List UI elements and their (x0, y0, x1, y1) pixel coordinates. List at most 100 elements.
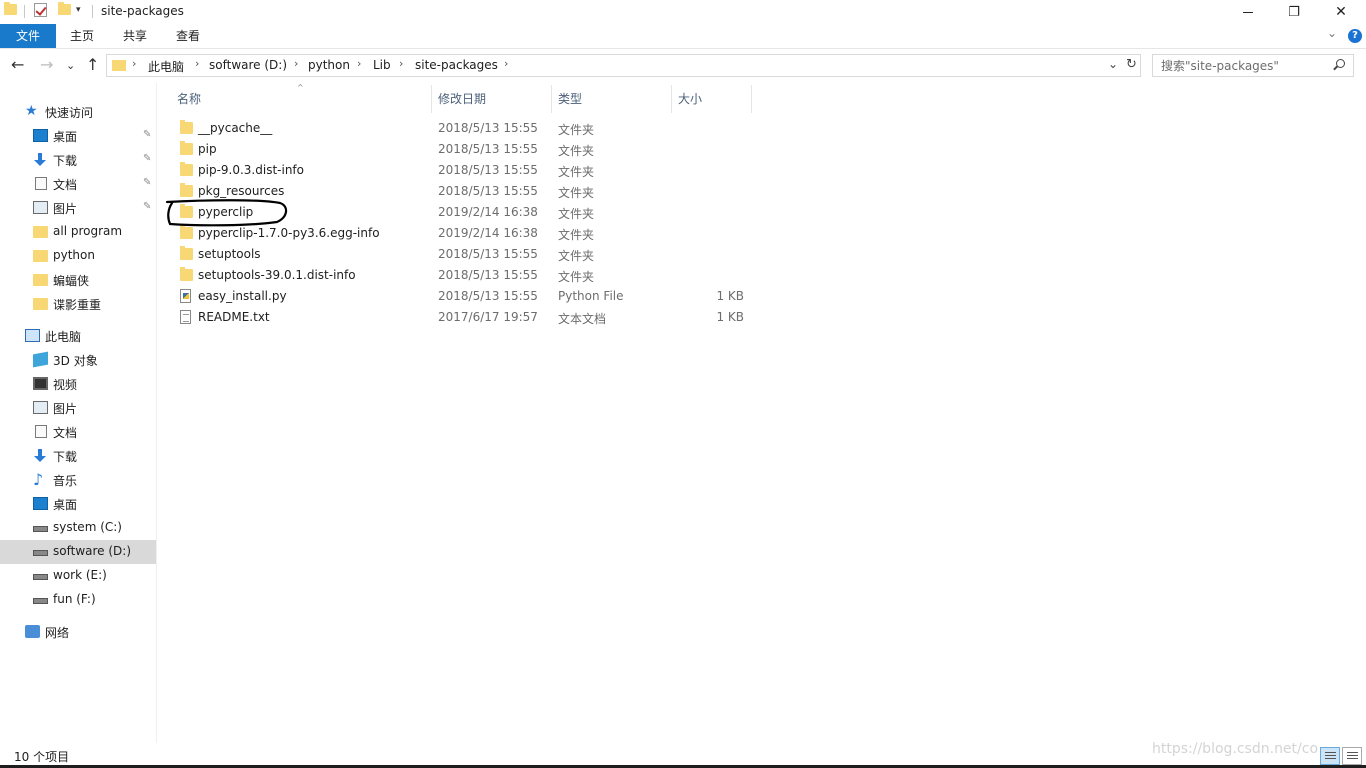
properties-icon[interactable] (34, 3, 47, 17)
large-icons-view-button[interactable] (1342, 747, 1362, 765)
file-row-pycache[interactable]: __pycache__ 2018/5/13 15:55 文件夹 (172, 118, 752, 139)
close-button[interactable]: ✕ (1318, 0, 1364, 24)
sidebar-item-all-program[interactable]: all program (0, 220, 156, 244)
file-date: 2019/2/14 16:38 (438, 205, 538, 219)
divider[interactable] (551, 85, 552, 113)
file-name: easy_install.py (198, 289, 287, 303)
sidebar-item-desktop[interactable]: 桌面 ✎ (0, 124, 156, 148)
pin-icon[interactable]: ✎ (143, 201, 151, 212)
desktop-icon (33, 497, 48, 510)
sidebar-item-downloads[interactable]: 下载 ✎ (0, 148, 156, 172)
desktop-icon (33, 129, 48, 142)
breadcrumb-this-pc[interactable]: 此电脑 (148, 58, 184, 75)
column-header-size[interactable]: 大小 (678, 90, 702, 107)
sidebar-item-pictures[interactable]: 图片 ✎ (0, 196, 156, 220)
chevron-right-icon[interactable]: › (132, 57, 136, 70)
sidebar-item-downloads-pc[interactable]: 下载 (0, 444, 156, 468)
sidebar-item-label: work (E:) (53, 568, 107, 582)
sidebar-item-label: 视频 (53, 378, 78, 392)
sidebar-item-label: 文档 (53, 426, 78, 440)
file-row-setuptools[interactable]: setuptools 2018/5/13 15:55 文件夹 (172, 244, 752, 265)
folder-icon[interactable] (4, 2, 17, 15)
search-icon[interactable] (1336, 59, 1345, 68)
file-date: 2018/5/13 15:55 (438, 163, 538, 177)
sidebar-item-desktop-pc[interactable]: 桌面 (0, 492, 156, 516)
breadcrumb-software-d[interactable]: software (D:) (209, 58, 287, 72)
file-row-readme[interactable]: README.txt 2017/6/17 19:57 文本文档 1 KB (172, 307, 752, 328)
divider[interactable] (751, 85, 752, 113)
up-arrow-icon[interactable]: ↑ (86, 57, 99, 73)
sidebar-item-quick-access[interactable]: ★ 快速访问 (0, 100, 156, 124)
restore-button[interactable]: ❐ (1271, 0, 1317, 24)
file-date: 2018/5/13 15:55 (438, 268, 538, 282)
breadcrumb-python[interactable]: python (308, 58, 350, 72)
breadcrumb-site-packages[interactable]: site-packages (415, 58, 498, 72)
pin-icon[interactable]: ✎ (143, 153, 151, 164)
pin-icon[interactable]: ✎ (143, 177, 151, 188)
sidebar-item-bourne[interactable]: 谍影重重 (0, 292, 156, 316)
sidebar-item-documents-pc[interactable]: 文档 (0, 420, 156, 444)
address-dropdown-icon[interactable]: ⌄ (1108, 57, 1118, 71)
sidebar-item-batman[interactable]: 蝙蝠侠 (0, 268, 156, 292)
sidebar-item-network[interactable]: 网络 (0, 620, 156, 644)
tab-view[interactable]: 查看 (164, 24, 212, 48)
forward-arrow-icon[interactable]: → (40, 57, 53, 73)
file-type: 文件夹 (558, 228, 595, 242)
minimize-button[interactable] (1225, 0, 1271, 24)
sidebar-item-pictures-pc[interactable]: 图片 (0, 396, 156, 420)
details-view-button[interactable] (1320, 747, 1340, 765)
sidebar-item-label: 桌面 (53, 130, 78, 144)
sidebar-item-3d-objects[interactable]: 3D 对象 (0, 348, 156, 372)
sidebar-item-python[interactable]: python (0, 244, 156, 268)
search-box[interactable] (1152, 54, 1354, 77)
column-header-type[interactable]: 类型 (558, 90, 582, 107)
sidebar-item-documents[interactable]: 文档 ✎ (0, 172, 156, 196)
refresh-icon[interactable]: ↻ (1126, 57, 1137, 72)
folder-icon (33, 250, 48, 262)
drive-icon (33, 526, 48, 532)
address-bar[interactable]: › 此电脑 › software (D:) › python › Lib › s… (106, 54, 1141, 77)
divider[interactable] (671, 85, 672, 113)
sidebar-item-label: 此电脑 (45, 330, 82, 344)
file-type: 文件夹 (558, 165, 595, 179)
sidebar-item-music[interactable]: ♪ 音乐 (0, 468, 156, 492)
folder-icon (180, 141, 193, 155)
file-date: 2018/5/13 15:55 (438, 247, 538, 261)
file-row-pip[interactable]: pip 2018/5/13 15:55 文件夹 (172, 139, 752, 160)
chevron-right-icon[interactable]: › (504, 57, 508, 70)
chevron-right-icon[interactable]: › (399, 57, 403, 70)
file-name: setuptools-39.0.1.dist-info (198, 268, 356, 282)
sidebar-item-videos[interactable]: 视频 (0, 372, 156, 396)
sidebar-item-drive-c[interactable]: system (C:) (0, 516, 156, 540)
sidebar-item-drive-d[interactable]: software (D:) (0, 540, 156, 564)
search-input[interactable] (1161, 56, 1331, 76)
sidebar-item-drive-f[interactable]: fun (F:) (0, 588, 156, 612)
sidebar-item-label: all program (53, 224, 123, 238)
file-row-easy-install[interactable]: easy_install.py 2018/5/13 15:55 Python F… (172, 286, 752, 307)
customize-quick-access-icon[interactable]: ▾ (76, 5, 81, 15)
back-arrow-icon[interactable]: ← (11, 57, 24, 73)
help-icon[interactable]: ? (1348, 29, 1362, 43)
file-row-setuptools-dist-info[interactable]: setuptools-39.0.1.dist-info 2018/5/13 15… (172, 265, 752, 286)
title-bar: ▾ site-packages ❐ ✕ (0, 0, 1366, 24)
download-icon (33, 449, 48, 462)
chevron-right-icon[interactable]: › (357, 57, 361, 70)
sidebar-item-label: 文档 (53, 178, 78, 192)
pin-icon[interactable]: ✎ (143, 129, 151, 140)
new-folder-icon[interactable] (58, 2, 71, 15)
chevron-right-icon[interactable]: › (294, 57, 298, 70)
breadcrumb-lib[interactable]: Lib (373, 58, 391, 72)
divider[interactable] (431, 85, 432, 113)
file-row-pip-dist-info[interactable]: pip-9.0.3.dist-info 2018/5/13 15:55 文件夹 (172, 160, 752, 181)
tab-file[interactable]: 文件 (0, 24, 56, 48)
tab-home[interactable]: 主页 (58, 24, 106, 48)
recent-locations-icon[interactable]: ⌄ (66, 58, 75, 74)
tab-share[interactable]: 共享 (111, 24, 159, 48)
music-icon: ♪ (33, 470, 44, 489)
chevron-right-icon[interactable]: › (195, 57, 199, 70)
sidebar-item-drive-e[interactable]: work (E:) (0, 564, 156, 588)
sidebar-item-this-pc[interactable]: 此电脑 (0, 324, 156, 348)
column-header-date[interactable]: 修改日期 (438, 90, 486, 107)
expand-ribbon-icon[interactable]: ⌄ (1327, 26, 1337, 40)
column-header-name[interactable]: 名称 (177, 90, 201, 107)
